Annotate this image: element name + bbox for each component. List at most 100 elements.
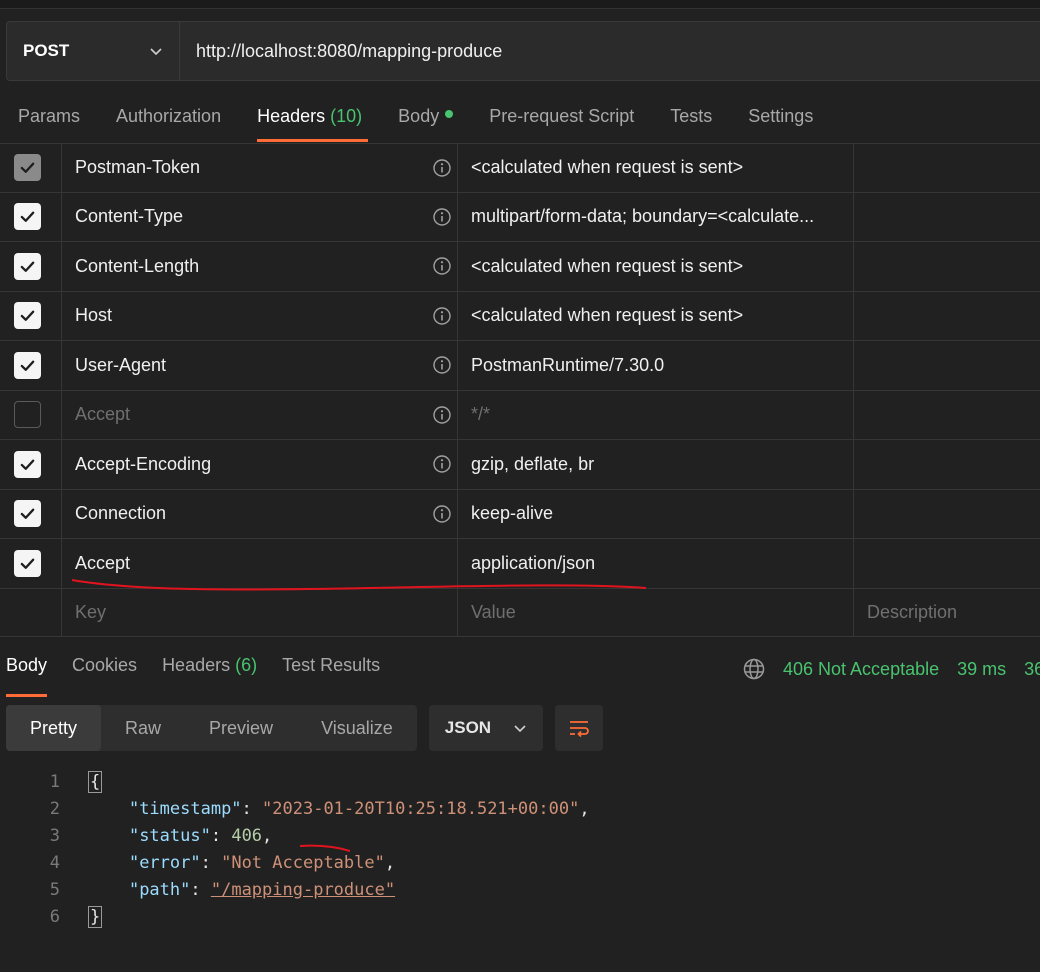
header-description-cell[interactable] — [854, 193, 1040, 242]
header-key: Content-Type — [75, 206, 184, 227]
code-line: 1 { — [0, 768, 590, 795]
tab-pre-request-script[interactable]: Pre-request Script — [489, 96, 634, 142]
tab-body[interactable]: Body — [398, 96, 454, 142]
header-value-cell[interactable]: keep-alive — [458, 489, 854, 538]
tab-cookies[interactable]: Cookies — [72, 655, 137, 687]
header-value-cell[interactable]: <calculated when request is sent> — [458, 144, 854, 192]
header-checkbox-cell — [0, 390, 62, 439]
tab-test-results[interactable]: Test Results — [282, 655, 380, 687]
tab-label: Pre-request Script — [489, 106, 635, 126]
header-key: Postman-Token — [75, 157, 201, 178]
header-enabled-checkbox[interactable] — [14, 450, 41, 478]
header-description-cell[interactable] — [854, 144, 1040, 192]
header-key-cell[interactable]: Content-Type — [62, 192, 458, 241]
code-line: 4 "error": "Not Acceptable", — [0, 849, 590, 876]
header-value-cell[interactable]: <calculated when request is sent> — [458, 291, 854, 340]
header-description-cell[interactable] — [854, 490, 1040, 539]
header-enabled-checkbox[interactable] — [14, 302, 41, 330]
info-icon[interactable] — [432, 405, 452, 425]
header-key: Accept — [75, 404, 131, 425]
chevron-down-icon — [514, 725, 526, 733]
header-key-cell[interactable]: Postman-Token — [62, 144, 458, 192]
header-description-cell[interactable] — [854, 440, 1040, 489]
info-icon[interactable] — [432, 454, 452, 474]
tab-tests[interactable]: Tests — [670, 96, 712, 142]
json-key: "path" — [128, 879, 191, 900]
header-description-cell[interactable] — [854, 341, 1040, 390]
header-checkbox-cell — [0, 291, 62, 340]
view-pretty-button[interactable]: Pretty — [6, 705, 102, 751]
format-label: JSON — [444, 718, 492, 737]
header-description-cell[interactable] — [854, 391, 1040, 440]
chevron-down-icon — [150, 48, 162, 56]
wrap-lines-button[interactable] — [554, 705, 603, 751]
header-description-cell[interactable] — [854, 292, 1040, 341]
headers-count: (10) — [330, 106, 363, 126]
header-description-cell[interactable] — [854, 242, 1040, 291]
header-row: Host <calculated when request is sent> — [0, 291, 1040, 341]
header-enabled-checkbox[interactable] — [14, 154, 41, 182]
info-icon[interactable] — [432, 256, 452, 276]
method-select[interactable]: POST — [7, 22, 180, 80]
header-value: */* — [471, 404, 491, 425]
info-icon[interactable] — [432, 158, 452, 178]
top-edge — [0, 0, 1040, 9]
header-value-cell[interactable]: PostmanRuntime/7.30.0 — [458, 341, 854, 390]
line-number: 2 — [49, 798, 60, 819]
header-key-cell[interactable]: User-Agent — [62, 341, 458, 390]
header-value: multipart/form-data; boundary=<calculate… — [471, 206, 815, 227]
header-key-cell[interactable]: Accept — [62, 390, 458, 439]
new-description-input[interactable]: Description — [854, 589, 1040, 636]
info-icon[interactable] — [432, 504, 452, 524]
header-value-cell[interactable]: gzip, deflate, br — [458, 440, 854, 489]
format-select[interactable]: JSON — [428, 705, 543, 751]
header-value-cell[interactable]: */* — [458, 390, 854, 439]
header-enabled-checkbox[interactable] — [14, 549, 41, 577]
tab-label: Authorization — [116, 106, 222, 126]
json-comma: , — [579, 798, 590, 819]
tab-headers[interactable]: Headers (10) — [257, 96, 369, 142]
header-enabled-checkbox[interactable] — [14, 500, 41, 528]
header-row: Postman-Token <calculated when request is… — [0, 143, 1040, 193]
annotation-underline — [71, 579, 647, 591]
json-value-link[interactable]: "/mapping-produce" — [211, 880, 395, 900]
header-value-cell[interactable]: multipart/form-data; boundary=<calculate… — [458, 192, 854, 241]
header-enabled-checkbox[interactable] — [14, 203, 41, 231]
header-enabled-checkbox[interactable] — [14, 252, 41, 280]
globe-icon[interactable] — [742, 657, 766, 681]
info-icon[interactable] — [432, 355, 452, 375]
view-visualize-button[interactable]: Visualize — [297, 705, 417, 751]
header-key: Content-Length — [75, 255, 200, 276]
line-number: 1 — [49, 771, 60, 792]
response-time[interactable]: 39 ms — [957, 659, 1006, 680]
tab-label: Cookies — [72, 655, 138, 675]
request-tabs: Params Authorization Headers (10) Body P… — [18, 96, 849, 142]
line-number: 3 — [49, 825, 60, 846]
header-key-cell[interactable]: Accept-Encoding — [62, 440, 458, 489]
header-checkbox-cell — [0, 539, 62, 588]
header-description-cell[interactable] — [854, 539, 1040, 588]
response-body-code[interactable]: 1 { 2 "timestamp": "2023-01-20T10:25:18.… — [0, 768, 590, 930]
tab-settings[interactable]: Settings — [748, 96, 813, 142]
header-value: <calculated when request is sent> — [471, 157, 744, 178]
tab-authorization[interactable]: Authorization — [116, 96, 221, 142]
code-line: 6 } — [0, 903, 590, 930]
tab-params[interactable]: Params — [18, 96, 80, 142]
method-label: POST — [23, 41, 70, 60]
info-icon[interactable] — [432, 306, 452, 326]
info-icon[interactable] — [432, 207, 452, 227]
url-input[interactable]: http://localhost:8080/mapping-produce — [180, 41, 502, 62]
tab-response-headers[interactable]: Headers (6) — [162, 655, 257, 687]
header-enabled-checkbox[interactable] — [14, 351, 41, 379]
header-key: Accept-Encoding — [75, 453, 212, 474]
header-key-cell[interactable]: Connection — [62, 489, 458, 538]
header-key-cell[interactable]: Host — [62, 291, 458, 340]
header-value-cell[interactable]: <calculated when request is sent> — [458, 242, 854, 291]
header-key-cell[interactable]: Content-Length — [62, 242, 458, 291]
view-preview-button[interactable]: Preview — [185, 705, 297, 751]
view-raw-button[interactable]: Raw — [101, 705, 185, 751]
status-code[interactable]: 406 Not Acceptable — [783, 659, 939, 680]
header-enabled-checkbox[interactable] — [14, 401, 41, 429]
tab-response-body[interactable]: Body — [6, 655, 48, 697]
response-size[interactable]: 36 — [1024, 659, 1040, 680]
